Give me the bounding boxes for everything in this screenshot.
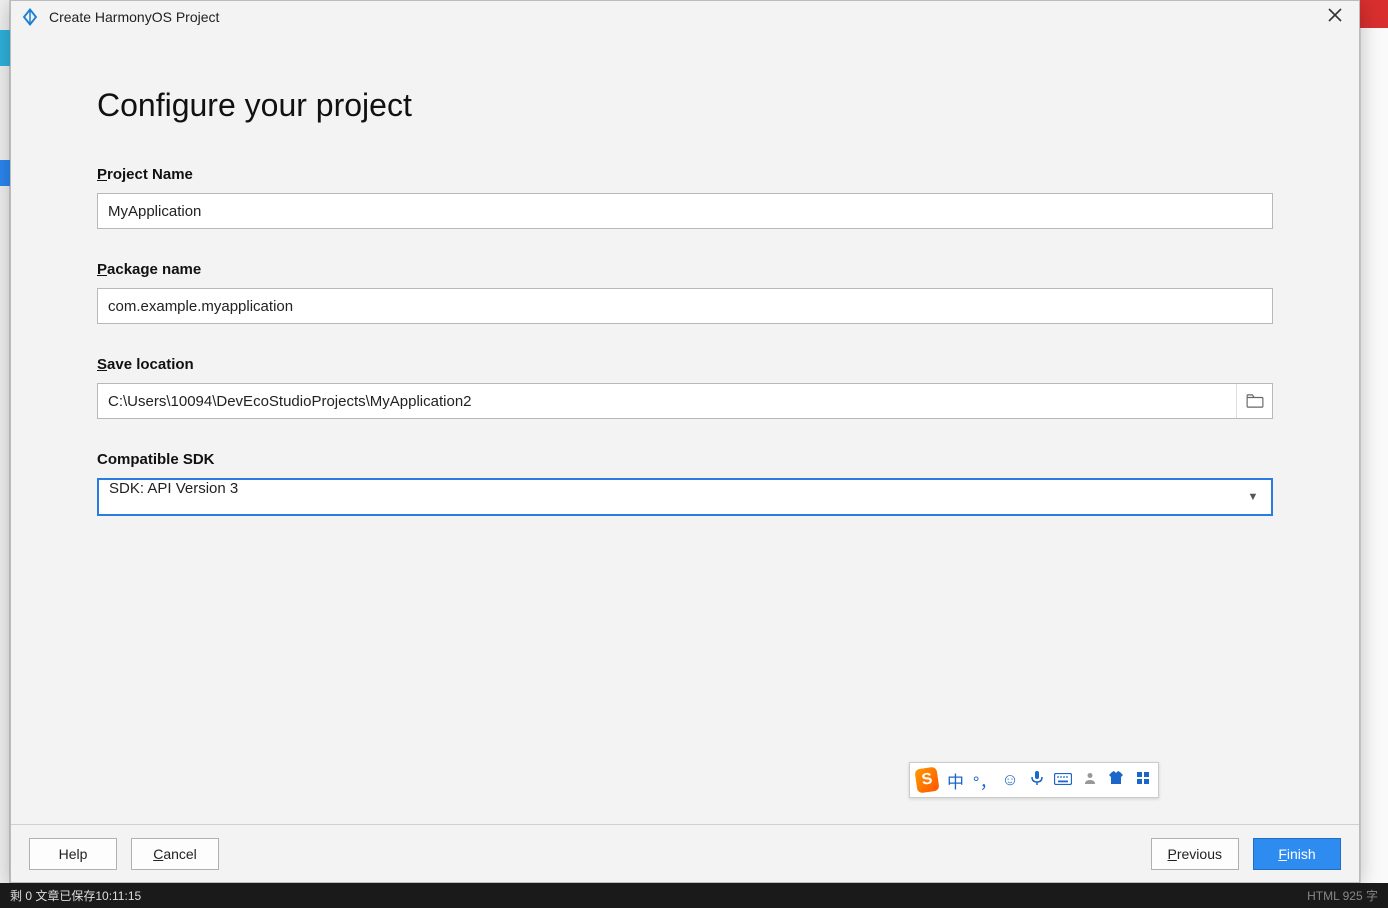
save-location-input[interactable] bbox=[98, 384, 1236, 418]
package-name-input-wrap bbox=[97, 288, 1273, 324]
compatible-sdk-value: SDK: API Version 3 bbox=[99, 480, 1235, 514]
compatible-sdk-field: Compatible SDK SDK: API Version 3 ▼ bbox=[97, 451, 1273, 516]
left-blue-marker bbox=[0, 160, 10, 186]
close-icon bbox=[1328, 8, 1342, 22]
ime-skin-icon[interactable] bbox=[1107, 770, 1126, 790]
folder-icon bbox=[1246, 394, 1264, 408]
harmonyos-logo-icon bbox=[21, 8, 39, 26]
dialog-titlebar: Create HarmonyOS Project bbox=[11, 1, 1359, 33]
cancel-button[interactable]: Cancel bbox=[131, 838, 219, 870]
ime-keyboard-icon[interactable] bbox=[1054, 770, 1073, 790]
previous-button[interactable]: Previous bbox=[1151, 838, 1239, 870]
save-location-input-wrap bbox=[97, 383, 1273, 419]
project-name-input[interactable] bbox=[98, 194, 1272, 228]
ime-emoji-icon[interactable]: ☺ bbox=[1001, 770, 1020, 790]
project-name-input-wrap bbox=[97, 193, 1273, 229]
right-red-block bbox=[1360, 0, 1388, 28]
finish-button[interactable]: Finish bbox=[1253, 838, 1341, 870]
taskbar-right-text: HTML 925 字 bbox=[1307, 887, 1378, 904]
background-left-sliver bbox=[0, 0, 10, 908]
dialog-content: Configure your project Project Name Pack… bbox=[11, 33, 1359, 824]
save-location-field: Save location bbox=[97, 356, 1273, 419]
close-button[interactable] bbox=[1325, 7, 1345, 27]
ime-toolbar[interactable]: S 中 °， ☺ bbox=[909, 762, 1159, 798]
package-name-input[interactable] bbox=[98, 289, 1272, 323]
project-name-label: Project Name bbox=[97, 166, 1273, 183]
background-taskbar: 剩 0 文章已保存10:11:15 HTML 925 字 bbox=[0, 883, 1388, 908]
left-teal-marker bbox=[0, 30, 10, 66]
save-location-label: Save location bbox=[97, 356, 1273, 373]
ime-punct-icon[interactable]: °， bbox=[973, 768, 993, 793]
ime-lang-indicator[interactable]: 中 bbox=[946, 768, 965, 793]
create-project-dialog: Create HarmonyOS Project Configure your … bbox=[10, 0, 1360, 883]
package-name-label: Package name bbox=[97, 261, 1273, 278]
sogou-logo-icon: S bbox=[914, 767, 939, 794]
compatible-sdk-label: Compatible SDK bbox=[97, 451, 1273, 468]
compatible-sdk-select[interactable]: SDK: API Version 3 ▼ bbox=[97, 478, 1273, 516]
ime-user-icon[interactable] bbox=[1080, 770, 1099, 790]
help-button[interactable]: Help bbox=[29, 838, 117, 870]
ime-voice-icon[interactable] bbox=[1027, 770, 1046, 791]
taskbar-left-text: 剩 0 文章已保存10:11:15 bbox=[10, 887, 141, 904]
page-heading: Configure your project bbox=[97, 87, 1273, 124]
browse-folder-button[interactable] bbox=[1236, 384, 1272, 418]
dialog-footer: Help Cancel Previous Finish bbox=[11, 824, 1359, 882]
project-name-field: Project Name bbox=[97, 166, 1273, 229]
background-right-sliver bbox=[1360, 0, 1388, 908]
ime-tools-icon[interactable] bbox=[1133, 770, 1152, 790]
chevron-down-icon: ▼ bbox=[1235, 480, 1271, 514]
package-name-field: Package name bbox=[97, 261, 1273, 324]
dialog-title: Create HarmonyOS Project bbox=[49, 9, 219, 25]
